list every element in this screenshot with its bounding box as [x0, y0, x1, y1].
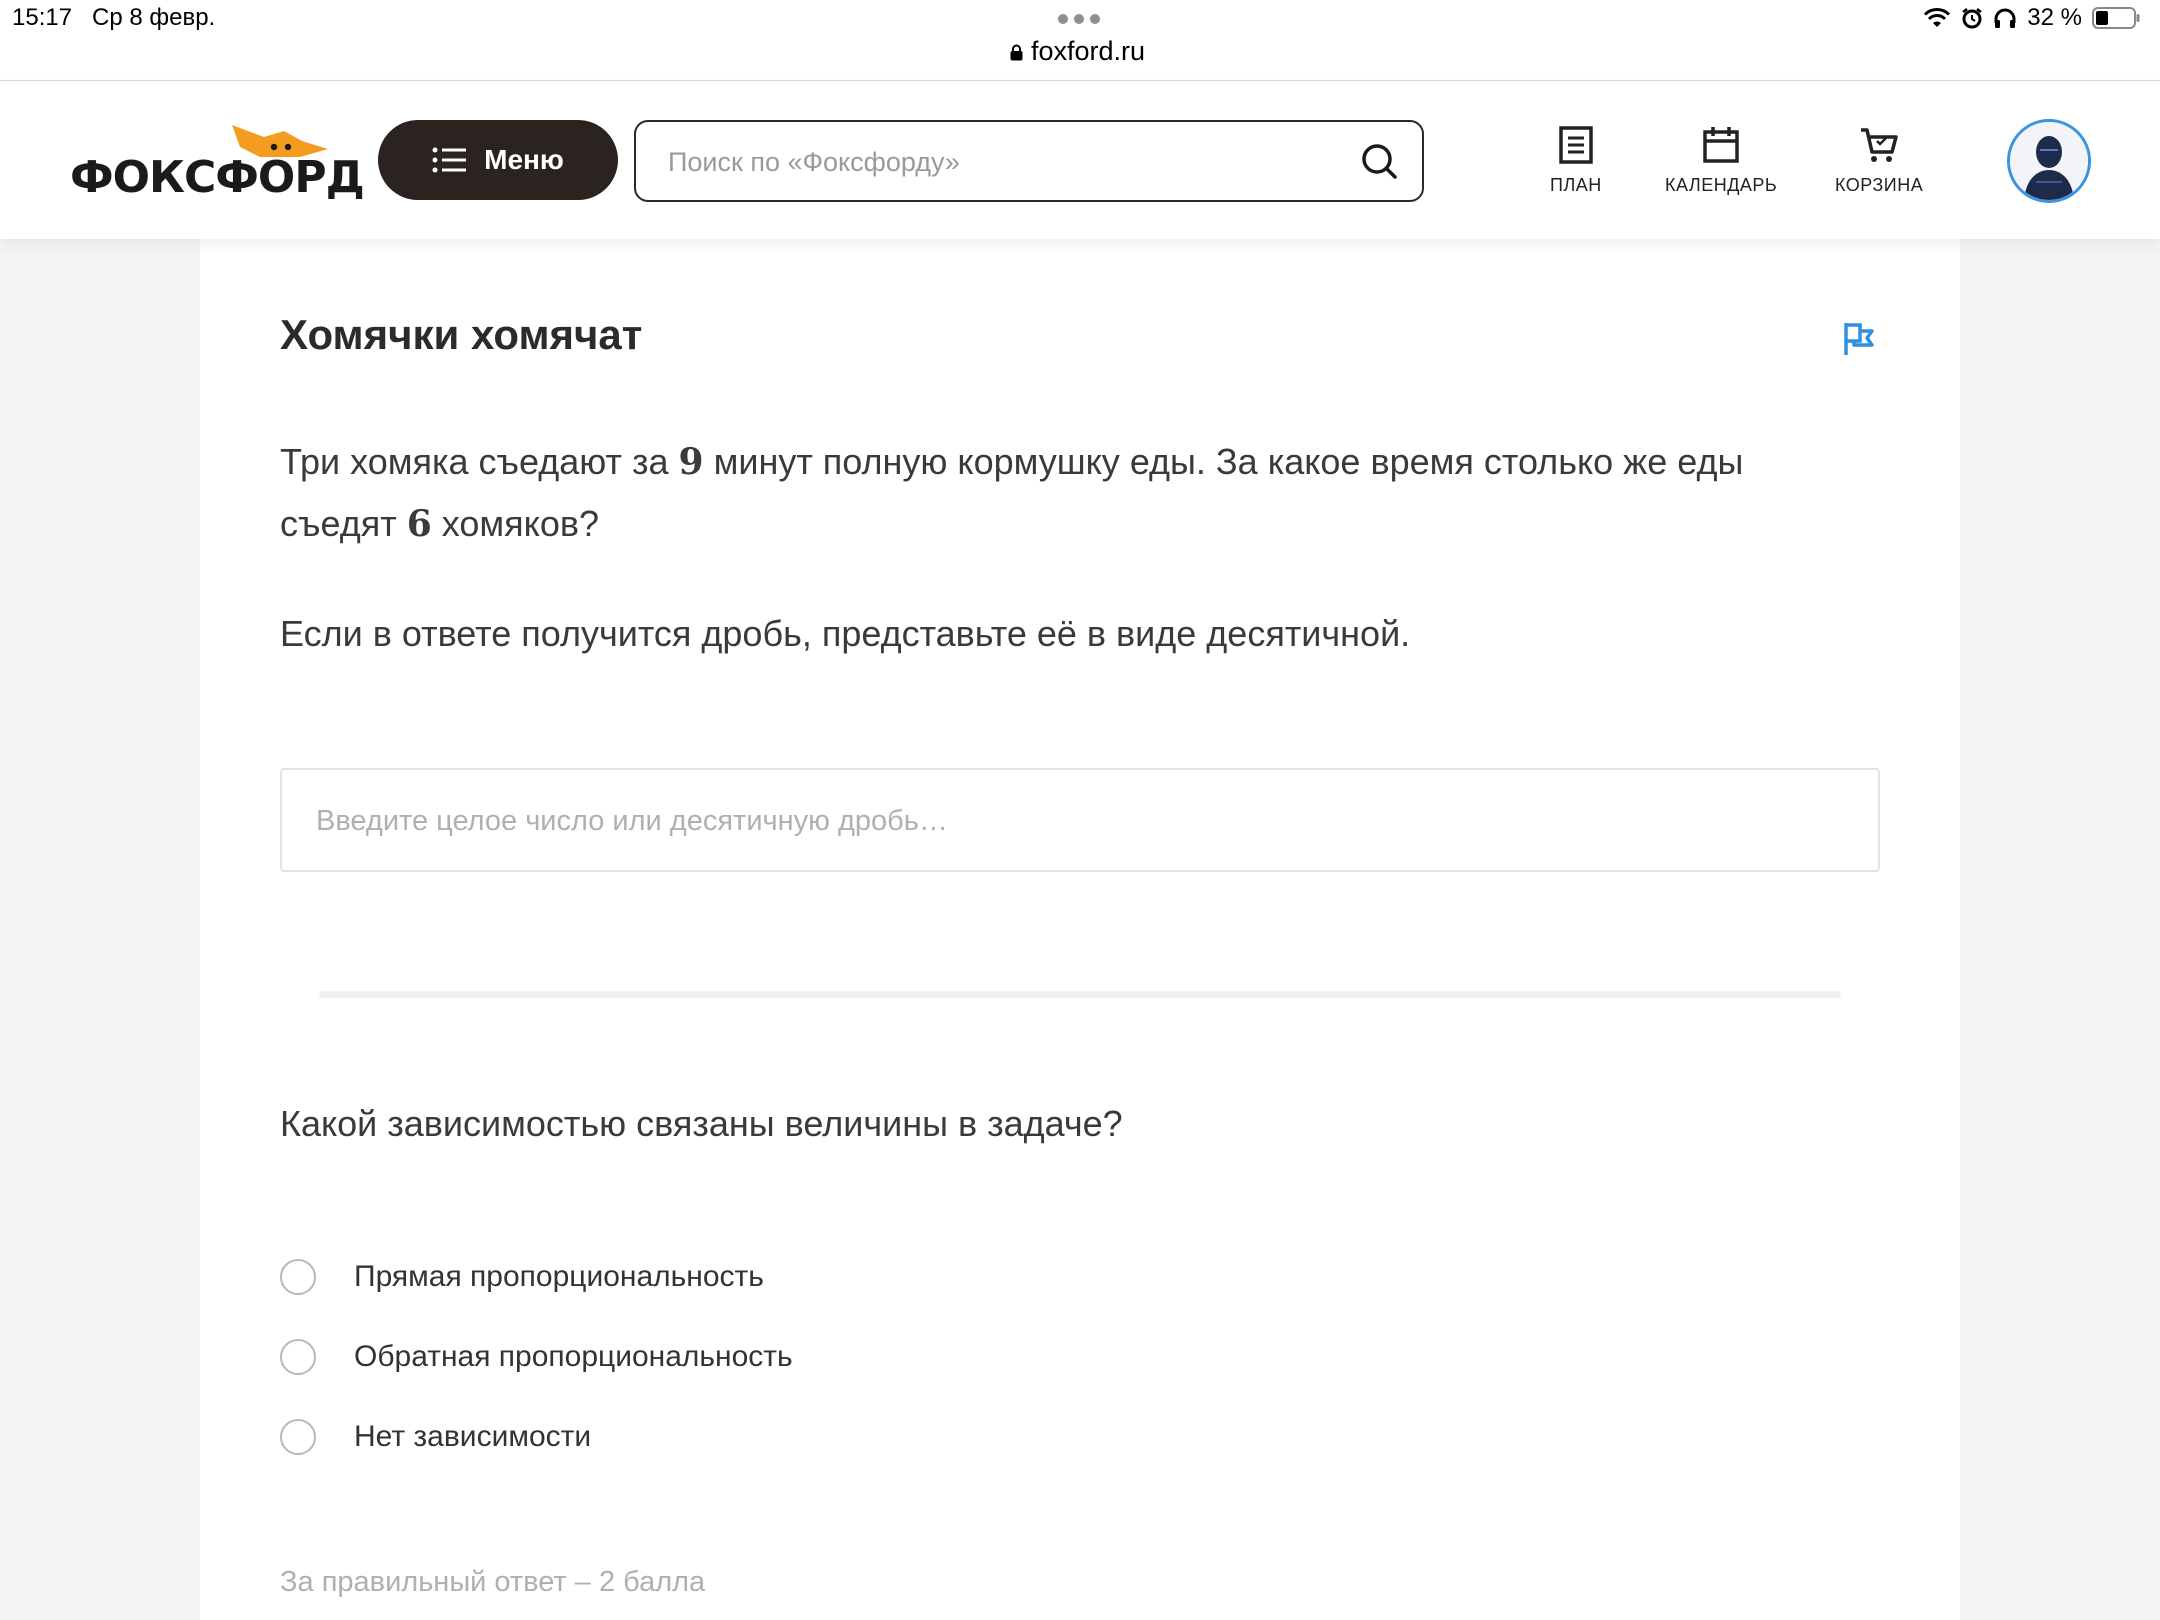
nav-cart[interactable]: КОРЗИНА — [1835, 125, 1923, 196]
list-menu-icon — [432, 147, 467, 173]
task-card: Хомячки хомячат Три хомяка съедают за 9 … — [200, 239, 1960, 1620]
cart-icon — [1861, 128, 1898, 162]
dependency-question: Какой зависимостью связаны величины в за… — [280, 1103, 1123, 1144]
decimal-hint: Если в ответе получится дробь, представь… — [280, 613, 1411, 654]
nav-plan[interactable]: ПЛАН — [1550, 125, 1602, 196]
answer-input[interactable] — [314, 770, 1818, 872]
problem-text-part1: Три хомяка съедают за — [280, 441, 679, 482]
search-input[interactable] — [666, 122, 1310, 202]
option-inverse[interactable]: Обратная пропорциональность — [280, 1339, 793, 1375]
url-text: foxford.ru — [1031, 36, 1146, 66]
wifi-icon — [1924, 8, 1951, 27]
radio-none[interactable] — [280, 1419, 316, 1455]
user-avatar[interactable] — [2007, 119, 2091, 203]
answer-box — [280, 768, 1880, 872]
headphones-icon — [1994, 8, 2016, 28]
status-indicators: 32 % — [1923, 4, 2140, 32]
report-flag-icon[interactable] — [1840, 321, 1876, 357]
menu-button[interactable]: Меню — [378, 120, 618, 200]
search-box — [634, 120, 1424, 202]
foxford-logo[interactable]: ФОКСФОРД — [70, 123, 365, 203]
section-divider — [319, 991, 1841, 998]
site-header: ФОКСФОРД Меню ПЛАН КАЛЕНДАРЬ — [0, 81, 2160, 239]
battery-icon — [2092, 7, 2140, 29]
hamsters-number: 6 — [406, 503, 432, 545]
option-none-label: Нет зависимости — [354, 1420, 592, 1453]
battery-percent: 32 % — [2027, 4, 2082, 31]
search-icon[interactable] — [1360, 142, 1398, 180]
nav-calendar[interactable]: КАЛЕНДАРЬ — [1665, 125, 1777, 196]
option-none[interactable]: Нет зависимости — [280, 1419, 591, 1455]
nav-cart-label: КОРЗИНА — [1835, 175, 1924, 195]
calendar-icon — [1703, 127, 1739, 163]
plan-icon — [1559, 126, 1593, 164]
minutes-number: 9 — [678, 441, 704, 483]
avatar-image — [2010, 122, 2088, 200]
problem-text-part3: хомяков? — [431, 503, 599, 544]
option-inverse-label: Обратная пропорциональность — [354, 1340, 793, 1373]
menu-label: Меню — [484, 144, 564, 175]
status-time: 15:17 — [12, 4, 73, 31]
radio-inverse[interactable] — [280, 1339, 316, 1375]
logo-text: ФОКСФОРД — [70, 152, 365, 203]
score-note: За правильный ответ – 2 балла — [280, 1566, 706, 1598]
nav-calendar-label: КАЛЕНДАРЬ — [1665, 175, 1778, 195]
status-bar: 15:17 Ср 8 февр. foxford.ru 32 % — [0, 0, 2160, 81]
option-direct-label: Прямая пропорциональность — [354, 1260, 764, 1293]
status-date: Ср 8 февр. — [92, 4, 216, 31]
option-direct[interactable]: Прямая пропорциональность — [280, 1259, 764, 1295]
radio-direct[interactable] — [280, 1259, 316, 1295]
address-bar[interactable]: foxford.ru — [1010, 36, 1145, 67]
more-dots-icon[interactable] — [1058, 14, 1100, 24]
lock-icon — [1010, 44, 1023, 61]
problem-text: Три хомяка съедают за 9 минут полную кор… — [280, 431, 1840, 555]
alarm-icon — [1962, 8, 1983, 29]
nav-plan-label: ПЛАН — [1550, 175, 1602, 195]
task-title: Хомячки хомячат — [280, 311, 643, 358]
